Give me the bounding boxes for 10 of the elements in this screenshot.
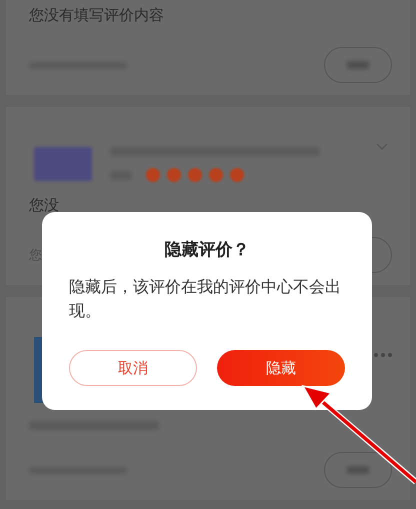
dialog-title: 隐藏评价？ [164,239,250,261]
comment-text: 您没 [29,196,60,215]
dialog-message: 隐藏后，该评价在我的评价中心不会出现。 [69,276,342,322]
edit-button[interactable] [324,452,392,488]
edit-button[interactable] [324,47,392,83]
product-photo-placeholder [34,147,92,181]
hide-button[interactable]: 隐藏 [217,350,345,386]
more-icon[interactable] [374,353,392,357]
cancel-button[interactable]: 取消 [69,350,197,386]
comment-text: 您没有填写评价内容 [29,6,165,25]
